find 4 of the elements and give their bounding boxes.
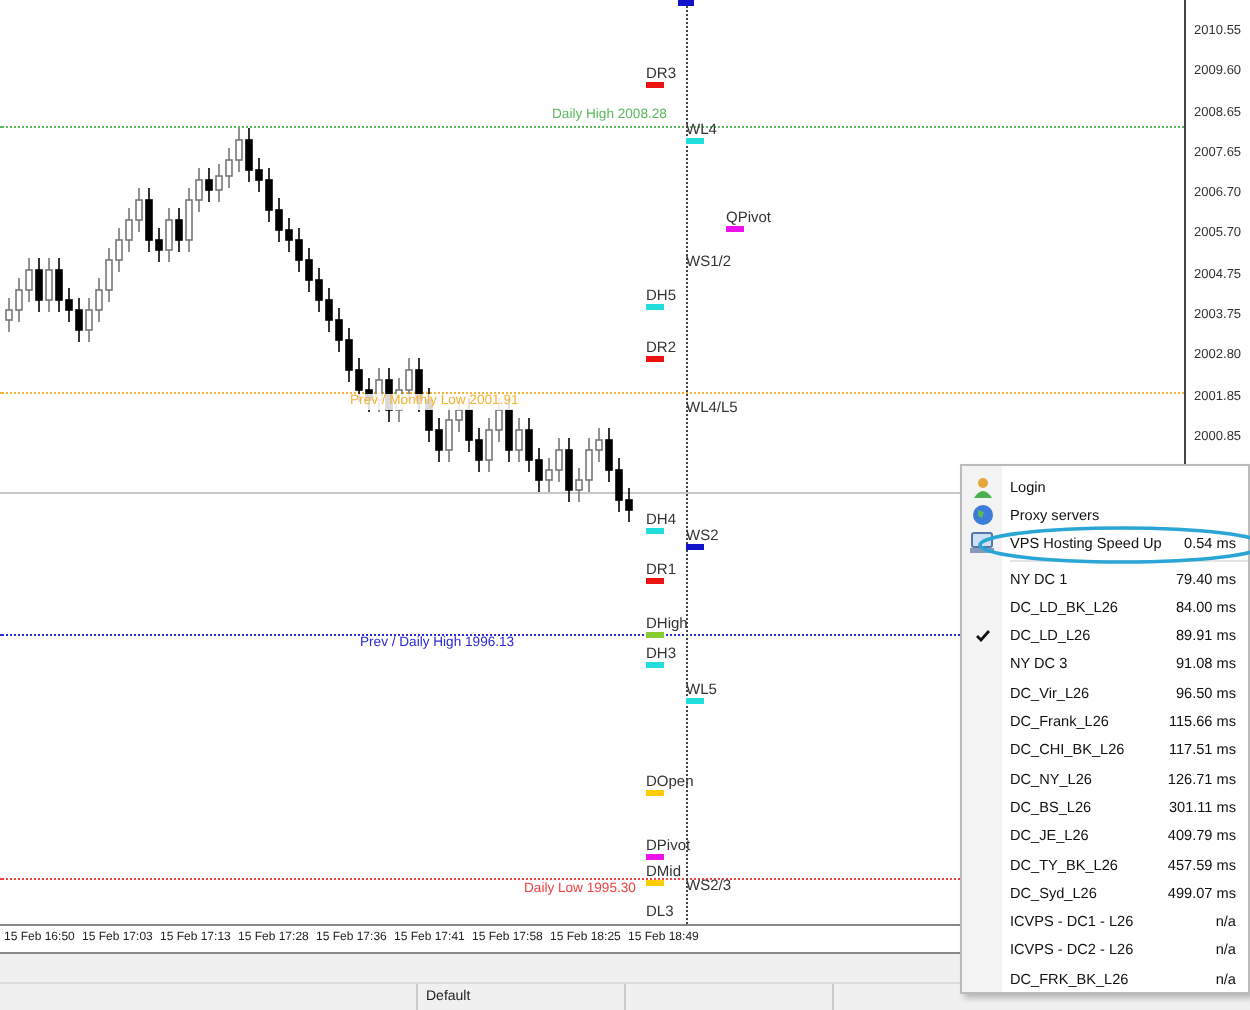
globe-icon xyxy=(971,503,993,526)
price-marker xyxy=(678,0,694,6)
server-icon xyxy=(970,532,994,555)
user-icon xyxy=(971,475,993,498)
